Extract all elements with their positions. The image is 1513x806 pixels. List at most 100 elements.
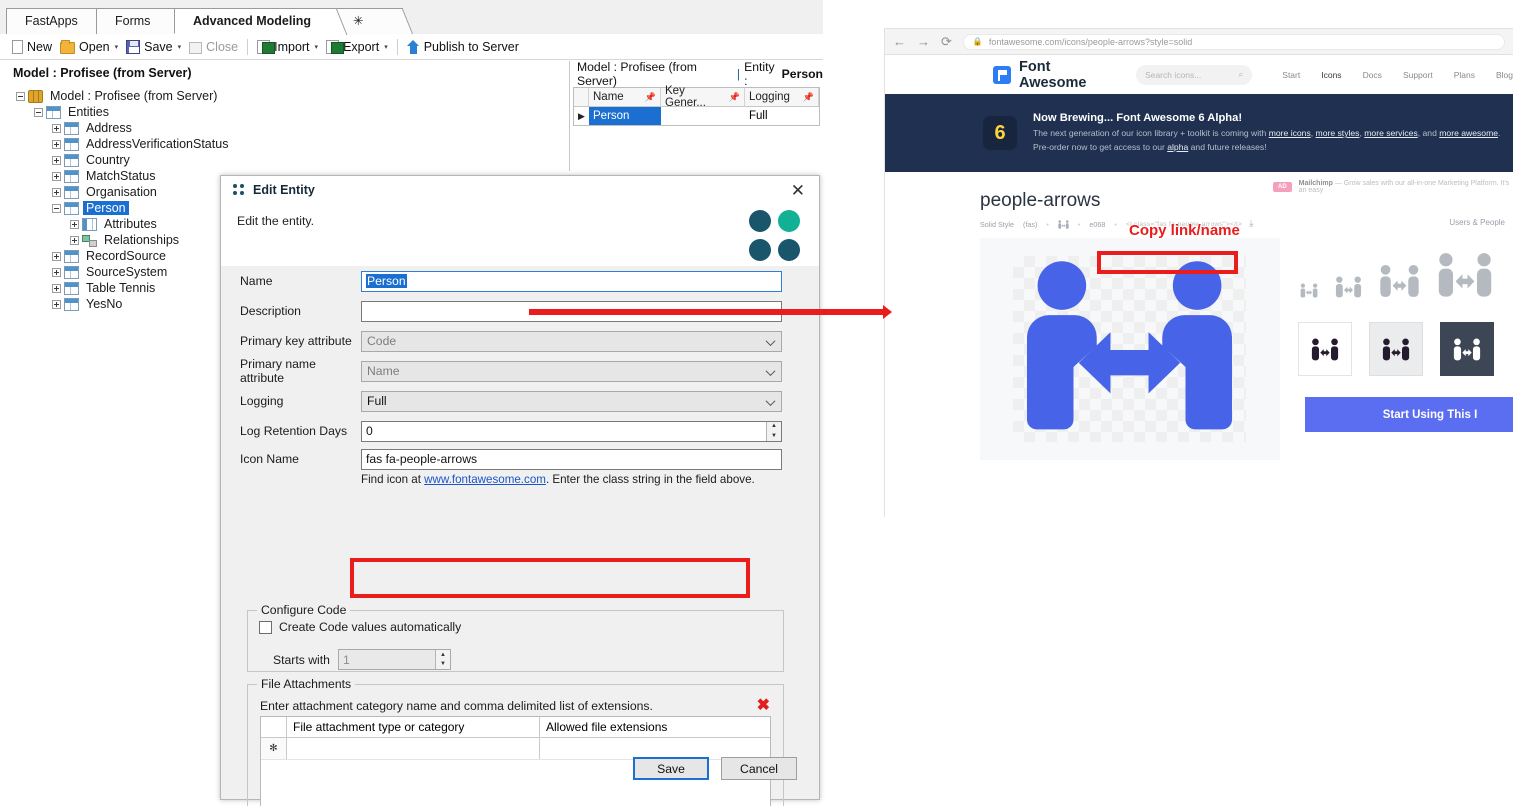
open-dropdown-caret-icon[interactable]: ▾ — [115, 43, 119, 51]
breadcrumb-entity-label: Entity : — [744, 60, 775, 88]
expand-icon[interactable] — [52, 139, 61, 149]
pin-icon[interactable]: 📌 — [803, 92, 814, 103]
banner-link-more-icons[interactable]: more icons — [1269, 128, 1311, 138]
site-nav-icons[interactable]: Icons — [1321, 70, 1341, 80]
starts-with-stepper[interactable]: 1 ▲ ▼ — [338, 649, 451, 670]
site-nav-start[interactable]: Start — [1282, 70, 1300, 80]
forward-icon[interactable]: → — [917, 34, 930, 49]
profisee-logo — [749, 210, 801, 262]
create-code-automatically-checkbox-row[interactable]: Create Code values automatically — [259, 620, 461, 634]
banner-link-more-services[interactable]: more services — [1364, 128, 1417, 138]
tree-item-address[interactable]: Address — [0, 120, 565, 136]
expand-icon[interactable] — [52, 171, 61, 181]
site-search-placeholder: Search icons... — [1145, 69, 1202, 80]
export-button[interactable]: Export ▾ — [322, 36, 392, 58]
log-retention-stepper[interactable]: 0 ▲ ▼ — [361, 420, 782, 442]
grid-col-keygen[interactable]: Key Gener... 📌 — [661, 85, 745, 109]
close-button: Close — [185, 36, 242, 58]
people-arrows-large-icon — [1026, 261, 1233, 430]
tree-item-addressverificationstatus[interactable]: AddressVerificationStatus — [0, 136, 565, 152]
fontawesome-link[interactable]: www.fontawesome.com — [424, 473, 546, 486]
table-icon — [64, 169, 79, 183]
expand-icon[interactable] — [70, 219, 79, 229]
swatch-light[interactable] — [1298, 322, 1352, 376]
dialog-body: Name Person Description Primary key attr… — [221, 266, 819, 806]
primary-name-select[interactable]: Name — [361, 360, 782, 382]
save-button[interactable]: Save ▾ — [122, 36, 185, 58]
tab-forms[interactable]: Forms — [96, 8, 174, 34]
tab-advanced-modeling[interactable]: Advanced Modeling — [174, 8, 334, 34]
icon-name-input[interactable]: fas fa-people-arrows — [361, 448, 782, 470]
expand-icon[interactable] — [52, 123, 61, 133]
address-bar[interactable]: 🔒 fontawesome.com/icons/people-arrows?st… — [962, 33, 1505, 50]
tab-fastapps[interactable]: FastApps — [6, 8, 106, 34]
grid-col-logging[interactable]: Logging 📌 — [745, 88, 819, 106]
new-button[interactable]: New — [6, 36, 56, 58]
banner-link-more-awesome[interactable]: more awesome — [1439, 128, 1498, 138]
collapse-icon[interactable] — [34, 107, 43, 117]
expand-icon[interactable] — [52, 299, 61, 309]
save-button[interactable]: Save — [633, 757, 709, 780]
expand-icon[interactable] — [52, 267, 61, 277]
site-nav-docs[interactable]: Docs — [1363, 70, 1382, 80]
swatch-dark[interactable] — [1440, 322, 1494, 376]
expand-icon[interactable] — [52, 251, 61, 261]
expand-icon[interactable] — [52, 187, 61, 197]
name-input[interactable]: Person — [361, 270, 782, 292]
download-icon[interactable]: ⤓ — [1249, 218, 1253, 229]
attachments-cell-extensions[interactable] — [540, 738, 770, 759]
import-button[interactable]: Import ▾ — [253, 36, 322, 58]
annotation-arrow — [529, 305, 892, 319]
site-search-input[interactable]: Search icons... ⌕ — [1136, 64, 1253, 85]
fontawesome-brand[interactable]: Font Awesome — [1019, 59, 1112, 91]
tree-item-model-profisee-from-server[interactable]: Model : Profisee (from Server) — [0, 88, 565, 104]
tree-item-entities[interactable]: Entities — [0, 104, 565, 120]
site-nav-blog[interactable]: Blog — [1496, 70, 1513, 80]
reload-icon[interactable]: ⟳ — [941, 34, 952, 50]
ad-banner[interactable]: AD Mailchimp — Grow sales with our all-i… — [1273, 180, 1513, 194]
expand-icon[interactable] — [52, 283, 61, 293]
pin-icon[interactable]: 📌 — [645, 92, 656, 103]
site-nav-support[interactable]: Support — [1403, 70, 1433, 80]
start-using-this-icon-button[interactable]: Start Using This I — [1305, 397, 1513, 432]
checkbox-icon[interactable] — [259, 620, 272, 634]
publish-to-server-button[interactable]: Publish to Server — [403, 36, 523, 58]
open-button[interactable]: Open ▾ — [56, 36, 122, 58]
grid-col-keygen-label: Key Gener... — [665, 85, 706, 109]
attachments-cell-category[interactable] — [287, 738, 540, 759]
expand-icon[interactable] — [52, 155, 61, 165]
close-icon[interactable]: ✕ — [785, 180, 811, 201]
expand-icon[interactable] — [70, 235, 79, 245]
collapse-icon[interactable] — [52, 203, 61, 213]
save-dropdown-caret-icon[interactable]: ▾ — [178, 43, 182, 51]
grid-col-name[interactable]: Name 📌 — [589, 88, 661, 106]
tree-item-label: SourceSystem — [86, 265, 168, 279]
banner-link-alpha[interactable]: alpha — [1167, 142, 1188, 152]
import-dropdown-caret-icon[interactable]: ▾ — [315, 43, 319, 51]
fontawesome-logo-icon[interactable] — [993, 65, 1011, 84]
tree-item-country[interactable]: Country — [0, 152, 565, 168]
file-attachments-legend: File Attachments — [257, 677, 356, 691]
tree-item-label: YesNo — [86, 297, 123, 311]
fontawesome-6-badge-icon: 6 — [983, 116, 1017, 150]
delete-attachment-icon[interactable]: ✖ — [757, 698, 770, 714]
back-icon[interactable]: ← — [893, 34, 906, 49]
table-row[interactable]: ▶ Person Full — [574, 107, 819, 125]
attribute-icon — [82, 217, 97, 231]
category-link[interactable]: Users & People — [1449, 218, 1505, 227]
swatch-grey[interactable] — [1369, 322, 1423, 376]
site-nav-plans[interactable]: Plans — [1454, 70, 1475, 80]
stepper-arrows-icon[interactable]: ▲ ▼ — [766, 421, 781, 441]
pin-icon[interactable]: 📌 — [729, 92, 740, 103]
logging-select[interactable]: Full — [361, 390, 782, 412]
stepper-arrows-icon[interactable]: ▲ ▼ — [435, 650, 450, 669]
grid-cell-keygen — [661, 107, 745, 125]
collapse-icon[interactable] — [16, 91, 25, 101]
cancel-button[interactable]: Cancel — [721, 757, 797, 780]
export-dropdown-caret-icon[interactable]: ▾ — [384, 43, 388, 51]
unicode-value[interactable]: e068 — [1089, 220, 1105, 229]
primary-key-select[interactable]: Code — [361, 330, 782, 352]
name-input-value: Person — [366, 274, 407, 288]
tree-item-label: Table Tennis — [86, 281, 156, 295]
banner-link-more-styles[interactable]: more styles — [1316, 128, 1360, 138]
